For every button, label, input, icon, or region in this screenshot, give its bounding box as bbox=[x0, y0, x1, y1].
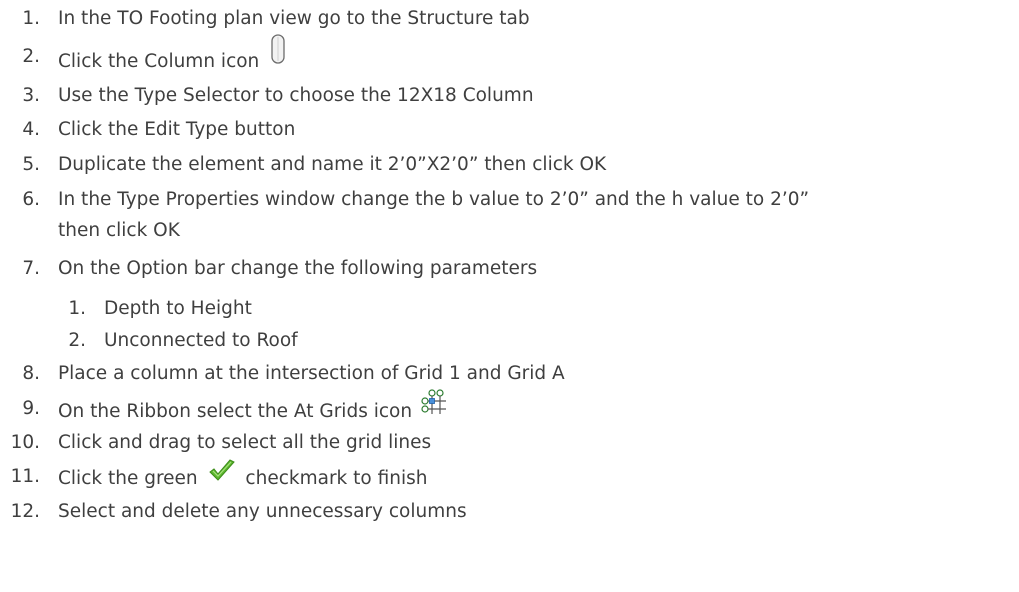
step-text: Click the Edit Type button bbox=[58, 119, 296, 140]
step-text: Place a column at the intersection of Gr… bbox=[58, 363, 565, 384]
step-text: Click the Column icon bbox=[58, 51, 260, 72]
step-text-after: checkmark to finish bbox=[245, 468, 428, 489]
step-text-before: Click the green bbox=[58, 468, 198, 489]
step-number: 6. bbox=[22, 189, 40, 210]
step-number: 4. bbox=[22, 119, 40, 140]
step-number: 7. bbox=[22, 258, 40, 279]
step-number: 3. bbox=[22, 85, 40, 106]
substep-text: Unconnected to Roof bbox=[104, 330, 298, 351]
green-checkmark-icon bbox=[207, 459, 237, 493]
step-text: Select and delete any unnecessary column… bbox=[58, 501, 467, 522]
step-number: 11. bbox=[10, 466, 40, 487]
substep-text: Depth to Height bbox=[104, 298, 252, 319]
step-text: Click and drag to select all the grid li… bbox=[58, 432, 432, 453]
step-number: 2. bbox=[22, 46, 40, 67]
substep-number: 2. bbox=[68, 330, 86, 351]
at-grids-icon bbox=[421, 389, 447, 425]
step-number: 8. bbox=[22, 363, 40, 384]
step-text: Use the Type Selector to choose the 12X1… bbox=[58, 85, 534, 106]
substep-number: 1. bbox=[68, 298, 86, 319]
step-text: In the TO Footing plan view go to the St… bbox=[58, 8, 530, 29]
column-icon bbox=[269, 34, 287, 74]
step-text: Duplicate the element and name it 2’0”X2… bbox=[58, 154, 607, 175]
step-6-continuation: then click OK bbox=[58, 220, 180, 241]
step-text: On the Ribbon select the At Grids icon bbox=[58, 401, 413, 422]
step-number: 5. bbox=[22, 154, 40, 175]
step-number: 12. bbox=[10, 501, 40, 522]
step-text: On the Option bar change the following p… bbox=[58, 258, 538, 279]
step-number: 9. bbox=[22, 398, 40, 419]
step-number: 10. bbox=[10, 432, 40, 453]
step-text: In the Type Properties window change the… bbox=[58, 189, 810, 210]
step-number: 1. bbox=[22, 8, 40, 29]
